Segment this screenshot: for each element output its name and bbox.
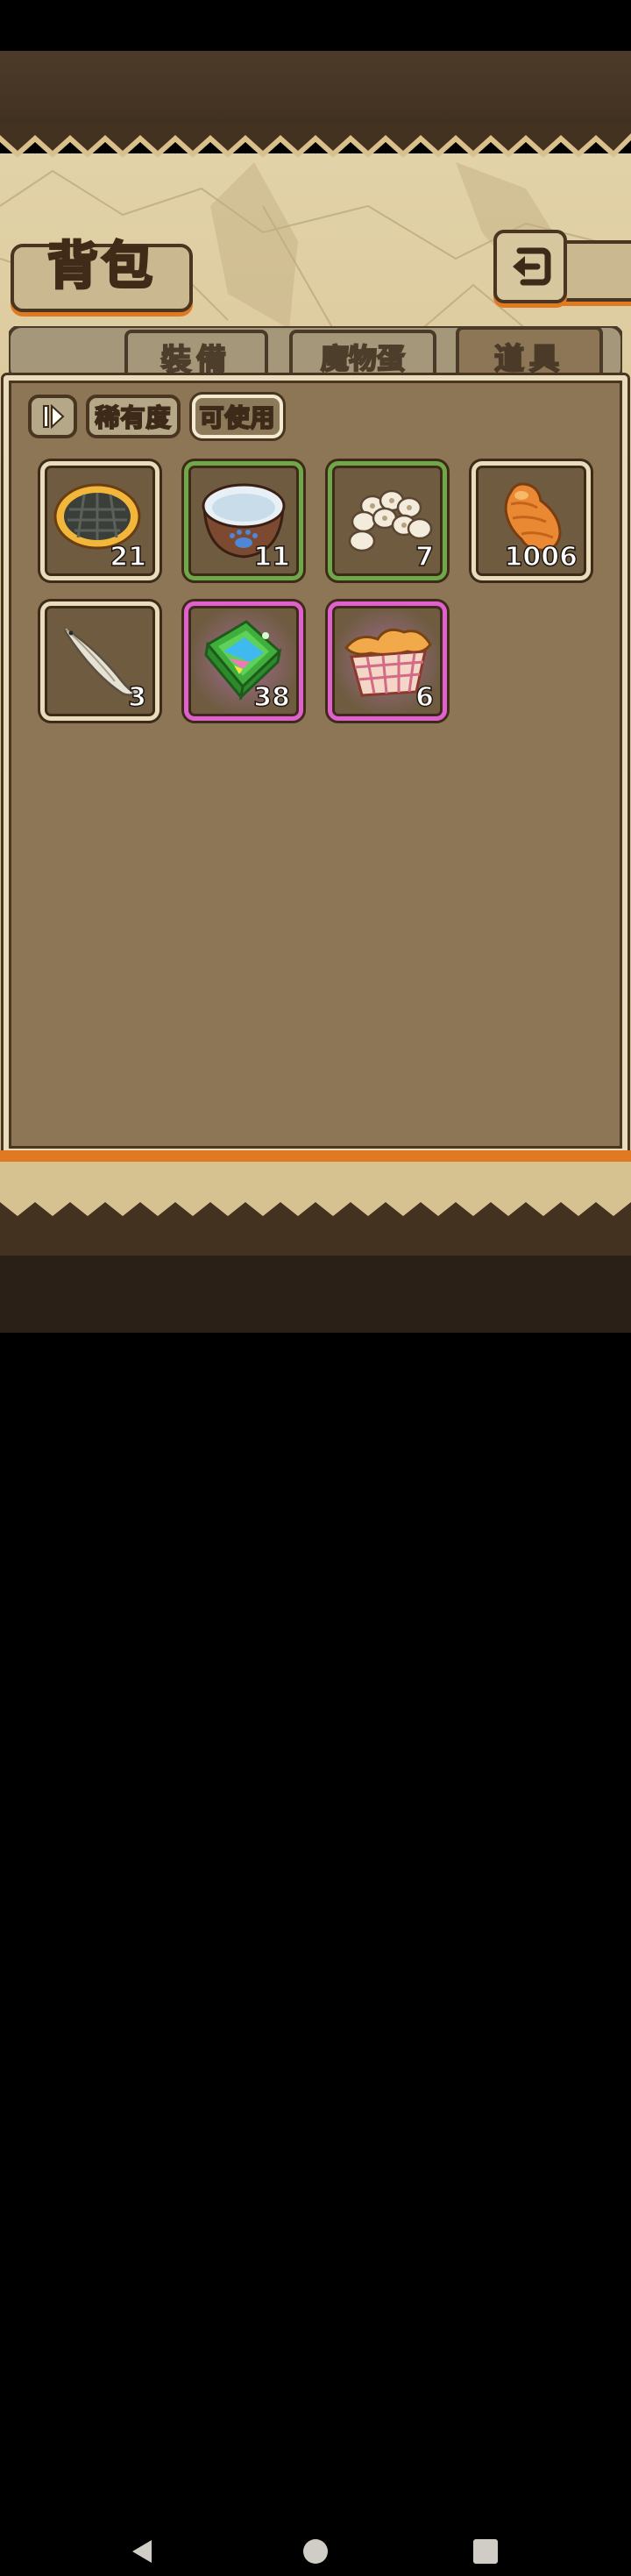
torn-edge-top bbox=[0, 123, 631, 158]
tab-equipment[interactable]: 裝備 bbox=[124, 330, 268, 381]
recents-icon bbox=[473, 2539, 498, 2564]
item-quantity: 3 bbox=[127, 682, 146, 713]
filter-rarity-label: 稀有度 bbox=[94, 402, 172, 433]
item-quantity: 7 bbox=[415, 542, 434, 573]
item-slot[interactable]: 38 bbox=[184, 601, 303, 721]
back-button-group[interactable] bbox=[493, 230, 631, 303]
item-quantity: 1006 bbox=[504, 542, 578, 573]
torn-edge-bottom bbox=[0, 1162, 631, 1258]
page-title: 背包 bbox=[46, 236, 156, 295]
item-slot[interactable]: 21 bbox=[40, 461, 160, 580]
filter-usable-label: 可使用 bbox=[198, 402, 276, 433]
home-icon bbox=[303, 2539, 328, 2564]
page-title-plate: 背包 bbox=[11, 239, 193, 312]
back-icon bbox=[132, 2540, 152, 2563]
filter-rarity[interactable]: 稀有度 bbox=[86, 395, 181, 438]
nav-back-button[interactable] bbox=[117, 2527, 167, 2576]
item-quantity: 21 bbox=[110, 542, 147, 573]
tab-items-label: 道具 bbox=[493, 341, 564, 378]
item-slot[interactable]: 1006 bbox=[471, 461, 591, 580]
item-slot[interactable]: 6 bbox=[328, 601, 447, 721]
tab-monster-eggs[interactable]: 魔物蛋 bbox=[289, 330, 436, 381]
map-background-top bbox=[0, 51, 631, 134]
status-bar bbox=[0, 0, 631, 51]
tab-monster-eggs-label: 魔物蛋 bbox=[320, 341, 406, 376]
item-slot[interactable]: 11 bbox=[184, 461, 303, 580]
filter-usable[interactable]: 可使用 bbox=[192, 395, 283, 438]
item-quantity: 6 bbox=[415, 682, 434, 713]
nav-home-button[interactable] bbox=[291, 2527, 340, 2576]
tab-items[interactable]: 道具 bbox=[456, 326, 603, 382]
return-arrow-icon bbox=[513, 247, 551, 286]
item-quantity: 11 bbox=[253, 542, 291, 573]
item-slot[interactable]: 7 bbox=[328, 461, 447, 580]
item-slot[interactable]: 3 bbox=[40, 601, 160, 721]
return-button[interactable] bbox=[493, 230, 567, 303]
item-quantity: 38 bbox=[253, 682, 291, 713]
system-nav-bar bbox=[0, 1256, 631, 2564]
sort-toggle-button[interactable] bbox=[28, 395, 77, 438]
tab-equipment-label: 裝備 bbox=[160, 342, 231, 379]
nav-recents-button[interactable] bbox=[461, 2527, 510, 2576]
sort-toggle-icon bbox=[43, 403, 65, 430]
